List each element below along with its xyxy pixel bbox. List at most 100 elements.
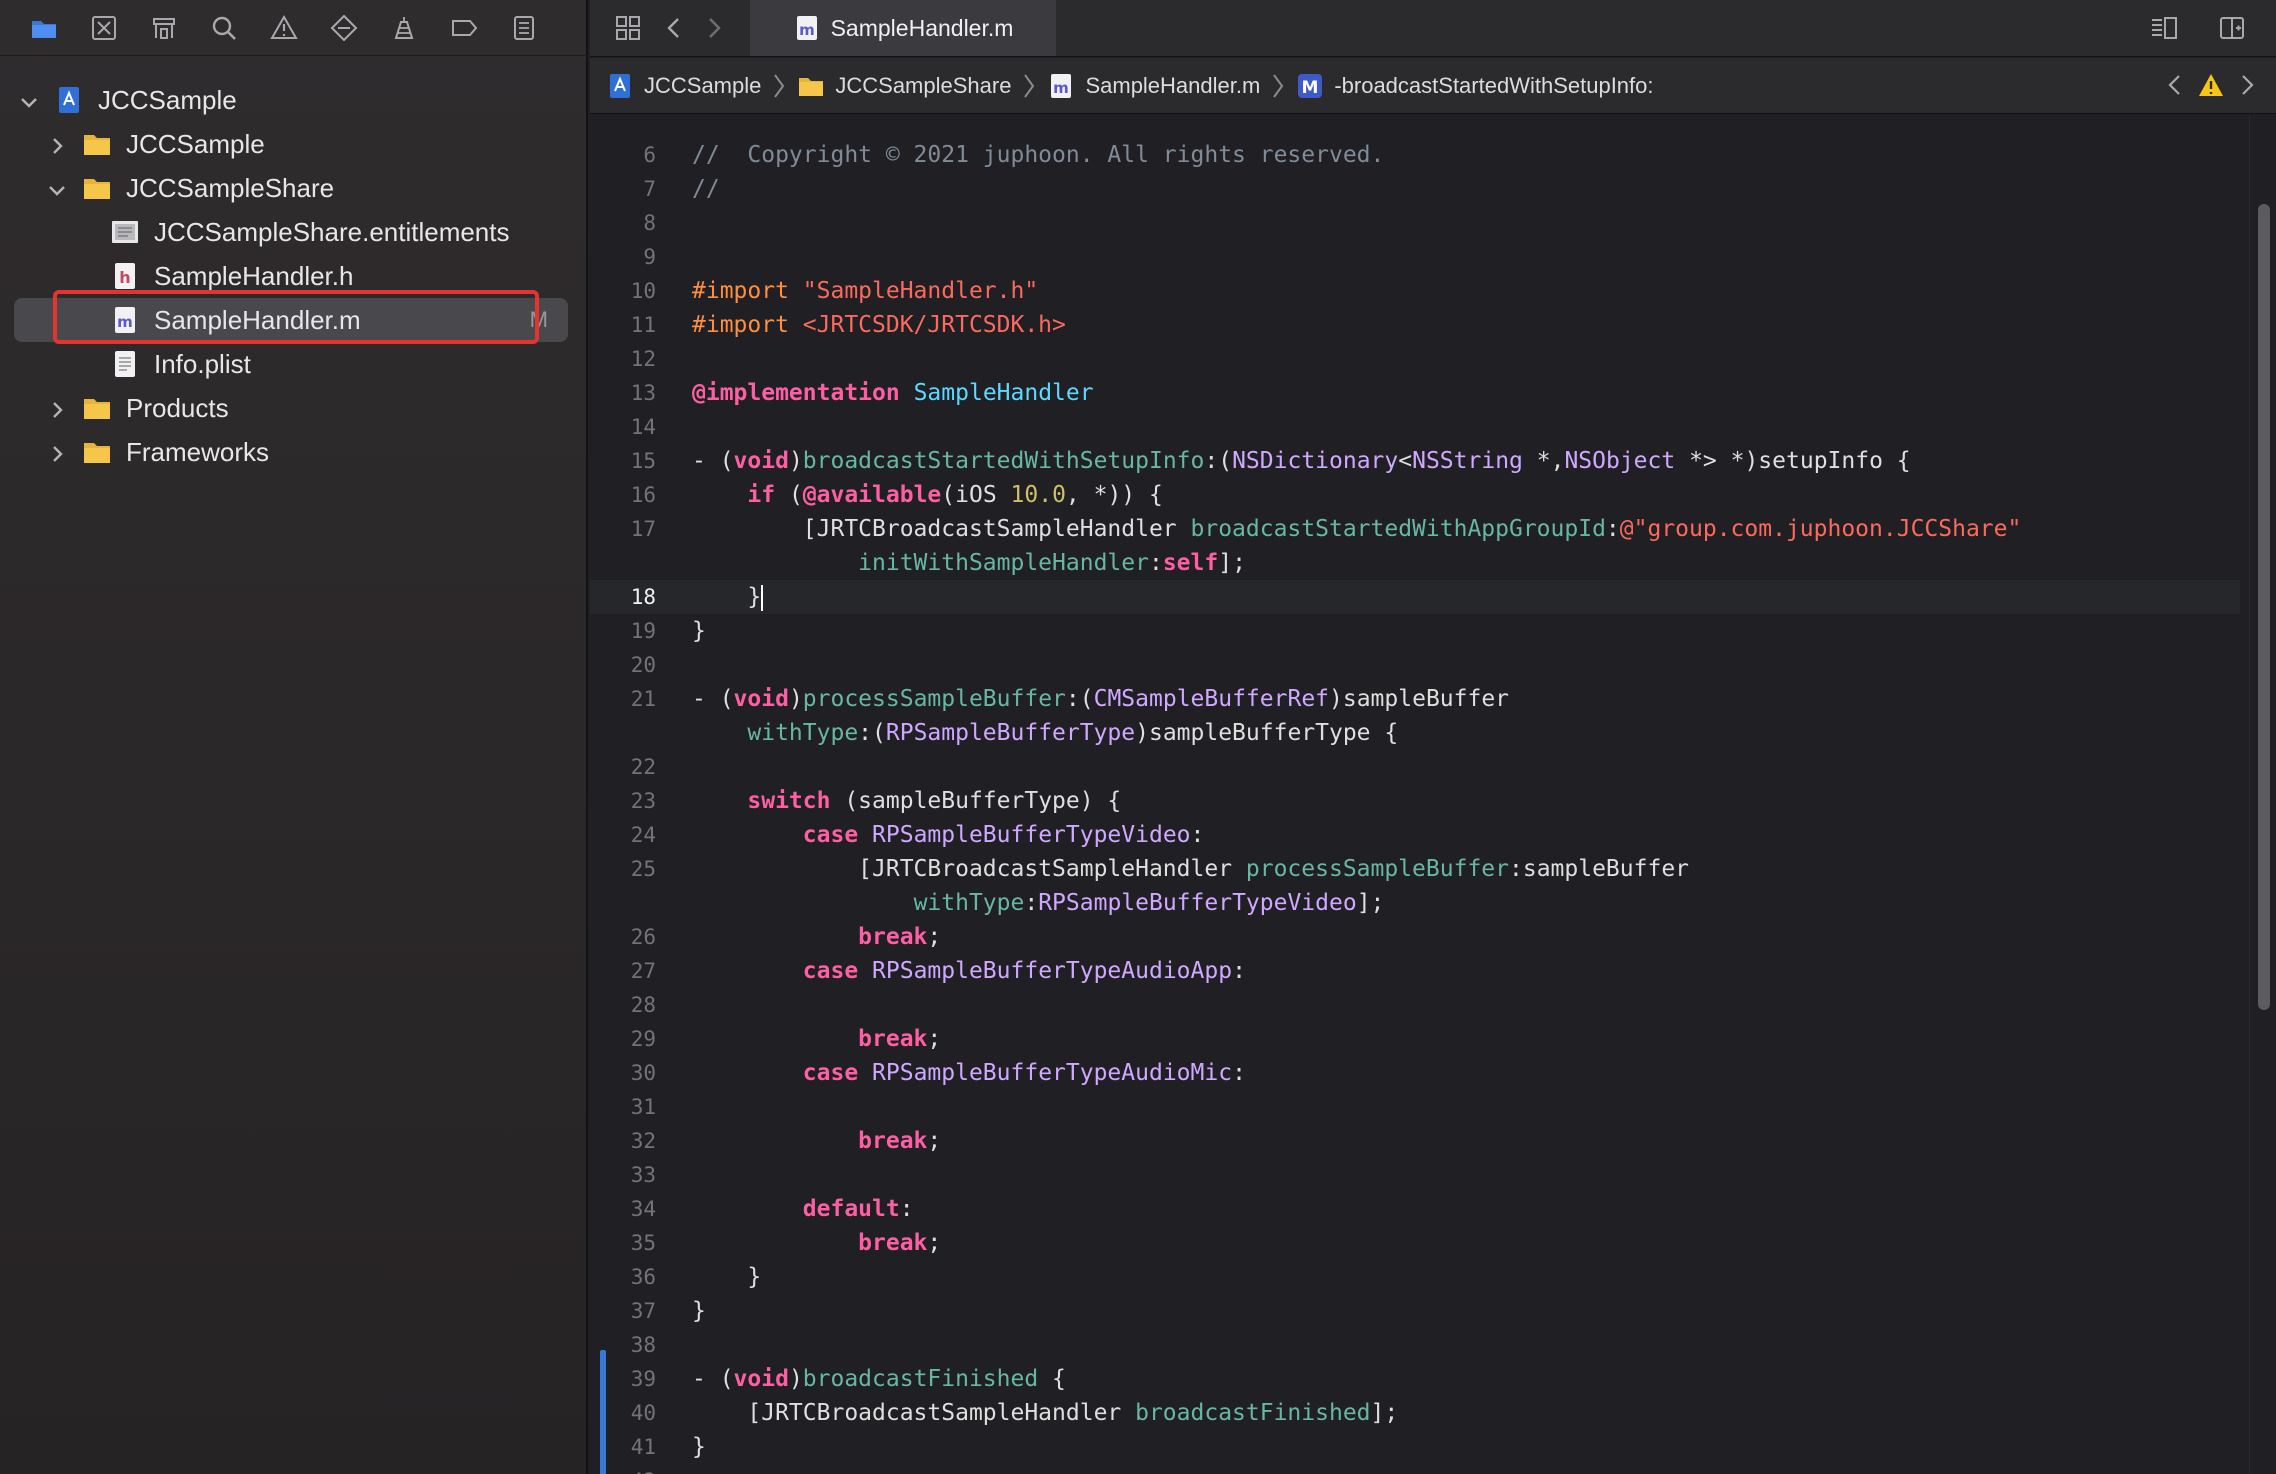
code-line[interactable]: withType:(RPSampleBufferType)sampleBuffe…: [590, 716, 2240, 750]
code-line[interactable]: 17 [JRTCBroadcastSampleHandler broadcast…: [590, 512, 2240, 546]
line-number: 39: [630, 1367, 656, 1391]
chevron-right-icon[interactable]: [46, 133, 68, 155]
code-line[interactable]: 37}: [590, 1294, 2240, 1328]
code-line[interactable]: withType:RPSampleBufferTypeVideo];: [590, 886, 2240, 920]
folder-icon[interactable]: [30, 0, 90, 56]
breadcrumb-label: SampleHandler.m: [1085, 72, 1261, 98]
code-line[interactable]: 9: [590, 240, 2240, 274]
code-text: //: [692, 176, 720, 202]
code-line[interactable]: 25 [JRTCBroadcastSampleHandler processSa…: [590, 852, 2240, 886]
svg-text:m: m: [799, 21, 815, 39]
tree-item-label: SampleHandler.m: [154, 304, 361, 335]
grid-icon[interactable]: [614, 14, 642, 42]
warning-icon[interactable]: [2198, 70, 2224, 106]
breadcrumb-project[interactable]: JCCSample: [606, 72, 761, 100]
code-line[interactable]: 34 default:: [590, 1192, 2240, 1226]
breadcrumb-folder[interactable]: JCCSampleShare: [797, 72, 1011, 100]
code-line[interactable]: 29 break;: [590, 1022, 2240, 1056]
code-line[interactable]: 20: [590, 648, 2240, 682]
code-line[interactable]: 35 break;: [590, 1226, 2240, 1260]
line-number: 33: [630, 1163, 656, 1187]
navigator-toolbar: [0, 0, 588, 56]
code-line[interactable]: 38: [590, 1328, 2240, 1362]
code-line[interactable]: 36 }: [590, 1260, 2240, 1294]
code-line[interactable]: 32 break;: [590, 1124, 2240, 1158]
breadcrumb-method[interactable]: M -broadcastStartedWithSetupInfo:: [1296, 72, 1654, 100]
code-line[interactable]: 10 #import "SampleHandler.h": [590, 274, 2240, 308]
chevron-down-icon[interactable]: [46, 177, 68, 199]
line-number: 36: [630, 1265, 656, 1289]
previous-issue-icon[interactable]: [2162, 70, 2188, 106]
next-issue-icon[interactable]: [2234, 70, 2260, 106]
code-line[interactable]: 41}: [590, 1430, 2240, 1464]
project-file-icon: [606, 72, 634, 100]
chevron-right-icon[interactable]: [46, 397, 68, 419]
code-line[interactable]: 31: [590, 1090, 2240, 1124]
issue-navigation: [2162, 70, 2260, 106]
tab-samplehandler-m[interactable]: m SampleHandler.m: [750, 0, 1056, 56]
tree-item-folder-jccsampleshare[interactable]: JCCSampleShare: [0, 166, 588, 210]
chevron-down-icon[interactable]: [18, 89, 40, 111]
code-line[interactable]: 27 case RPSampleBufferTypeAudioApp:: [590, 954, 2240, 988]
code-line[interactable]: 42: [590, 1464, 2240, 1474]
code-line[interactable]: 11 #import <JRTCSDK/JRTCSDK.h>: [590, 308, 2240, 342]
code-line[interactable]: 19}: [590, 614, 2240, 648]
split-editor-icon[interactable]: [2218, 14, 2246, 42]
code-line[interactable]: 30 case RPSampleBufferTypeAudioMic:: [590, 1056, 2240, 1090]
tree-item-folder-jccsample[interactable]: JCCSample: [0, 122, 588, 166]
code-line[interactable]: 40 [JRTCBroadcastSampleHandler broadcast…: [590, 1396, 2240, 1430]
code-line[interactable]: 7 //: [590, 172, 2240, 206]
scroll-thumb[interactable]: [2258, 204, 2270, 1010]
line-number: 42: [610, 1464, 656, 1474]
breadcrumb-file[interactable]: m SampleHandler.m: [1047, 72, 1260, 100]
code-text-area[interactable]: 6 // Copyright © 2021 juphoon. All rights…: [590, 116, 2250, 1474]
tree-item-project[interactable]: JCCSample: [0, 78, 588, 122]
code-line[interactable]: initWithSampleHandler:self];: [590, 546, 2240, 580]
line-number: 6: [643, 143, 656, 167]
chevron-right-icon[interactable]: [46, 441, 68, 463]
tree-item-folder-frameworks[interactable]: Frameworks: [0, 430, 588, 474]
source-control-icon[interactable]: [90, 0, 150, 56]
code-line[interactable]: 22: [590, 750, 2240, 784]
code-line[interactable]: 6 // Copyright © 2021 juphoon. All rights…: [590, 138, 2240, 172]
modified-badge: M: [529, 307, 548, 332]
symbol-icon[interactable]: [150, 0, 210, 56]
test-icon[interactable]: [330, 0, 390, 56]
forward-icon[interactable]: [700, 14, 728, 42]
code-line[interactable]: 8: [590, 206, 2240, 240]
code-line[interactable]: 12: [590, 342, 2240, 376]
line-number: 28: [630, 993, 656, 1017]
line-number: 15: [630, 449, 656, 473]
code-line[interactable]: 33: [590, 1158, 2240, 1192]
code-text: break;: [858, 1026, 942, 1052]
code-line[interactable]: 39 - (void)broadcastFinished {: [590, 1362, 2240, 1396]
inspector-toggle-icon[interactable]: [2150, 14, 2178, 42]
breadcrumb-separator-icon: [1270, 72, 1286, 100]
line-number: 9: [643, 245, 656, 269]
tree-item-header-file[interactable]: h SampleHandler.h: [0, 254, 588, 298]
debug-icon[interactable]: [390, 0, 450, 56]
find-icon[interactable]: [210, 0, 270, 56]
code-line[interactable]: 14: [590, 410, 2240, 444]
code-line[interactable]: 15 - (void)broadcastStartedWithSetupInfo:…: [590, 444, 2240, 478]
code-line[interactable]: 16 if (@available(iOS 10.0, *)) {: [590, 478, 2240, 512]
code-text: [JRTCBroadcastSampleHandler broadcastFin…: [692, 1400, 1399, 1426]
code-line[interactable]: 18 }: [590, 580, 2240, 614]
code-line[interactable]: 26 break;: [590, 920, 2240, 954]
code-line[interactable]: 21 - (void)processSampleBuffer:(CMSampleB…: [590, 682, 2240, 716]
code-line[interactable]: 24 case RPSampleBufferTypeVideo:: [590, 818, 2240, 852]
tree-item-folder-products[interactable]: Products: [0, 386, 588, 430]
line-number: 10: [630, 279, 656, 303]
tree-item-source-file[interactable]: m SampleHandler.m M: [0, 298, 588, 342]
report-icon[interactable]: [510, 0, 570, 56]
code-line[interactable]: 13 @implementation SampleHandler: [590, 376, 2240, 410]
tree-item-plist[interactable]: Info.plist: [0, 342, 588, 386]
line-number: 41: [630, 1435, 656, 1459]
tree-item-entitlements[interactable]: JCCSampleShare.entitlements: [0, 210, 588, 254]
vertical-scrollbar[interactable]: [2249, 116, 2276, 1474]
breakpoint-icon[interactable]: [450, 0, 510, 56]
code-line[interactable]: 28: [590, 988, 2240, 1022]
code-line[interactable]: 23 switch (sampleBufferType) {: [590, 784, 2240, 818]
issue-icon[interactable]: [270, 0, 330, 56]
back-icon[interactable]: [660, 14, 688, 42]
